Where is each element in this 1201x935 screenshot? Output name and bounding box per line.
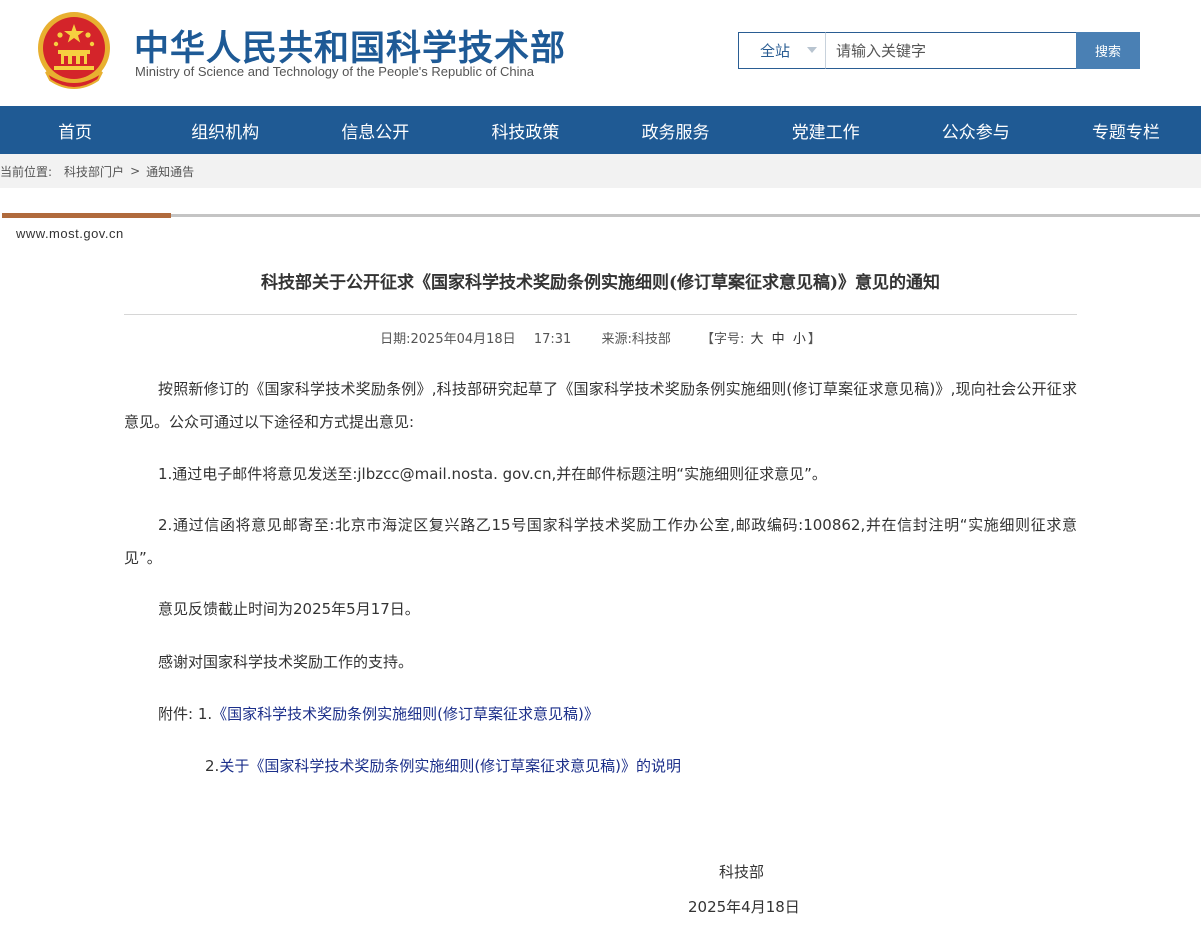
search-input[interactable] <box>825 32 1077 69</box>
site-header: 中华人民共和国科学技术部 Ministry of Science and Tec… <box>0 0 1201 106</box>
font-size-close: 】 <box>807 332 821 347</box>
paragraph-intro: 按照新修订的《国家科学技术奖励条例》,科技部研究起草了《国家科学技术奖励条例实施… <box>124 380 1077 431</box>
signature-date: 2025年4月18日 <box>688 898 800 916</box>
main-nav: 首页 组织机构 信息公开 科技政策 政务服务 党建工作 公众参与 专题专栏 <box>0 106 1201 154</box>
font-size-large-button[interactable]: 大 <box>751 328 764 347</box>
breadcrumb-item-portal[interactable]: 科技部门户 <box>64 163 124 180</box>
attachment-2-prefix: 2. <box>205 757 220 775</box>
paragraph-thanks: 感谢对国家科学技术奖励工作的支持。 <box>158 653 414 671</box>
search-button[interactable]: 搜索 <box>1076 32 1140 69</box>
nav-item-home[interactable]: 首页 <box>0 106 150 154</box>
breadcrumb: 当前位置: 科技部门户 > 通知通告 <box>0 154 1201 188</box>
paragraph-item-1: 1.通过电子邮件将意见发送至:jlbzcc@mail.nosta. gov.cn… <box>158 465 827 483</box>
source-value: 科技部 <box>631 332 671 347</box>
paragraph-item-2: 2.通过信函将意见邮寄至:北京市海淀区复兴路乙15号国家科学技术奖励工作办公室,… <box>124 516 1077 567</box>
date-label: 日期: <box>380 332 411 347</box>
signature-org: 科技部 <box>719 863 765 881</box>
font-size-medium-button[interactable]: 中 <box>772 328 785 347</box>
nav-item-special-topics[interactable]: 专题专栏 <box>1051 106 1201 154</box>
site-subtitle: Ministry of Science and Technology of th… <box>135 64 534 79</box>
breadcrumb-label: 当前位置: <box>0 164 53 179</box>
title-divider <box>124 314 1077 315</box>
attachment-2-link[interactable]: 关于《国家科学技术奖励条例实施细则(修订草案征求意见稿)》的说明 <box>219 757 681 775</box>
nav-item-sci-tech-policy[interactable]: 科技政策 <box>450 106 600 154</box>
paragraph-deadline: 意见反馈截止时间为2025年5月17日。 <box>158 600 420 618</box>
nav-item-party-building[interactable]: 党建工作 <box>751 106 901 154</box>
site-url: www.most.gov.cn <box>16 226 124 241</box>
publish-date: 2025年04月18日 <box>410 332 516 347</box>
attachment-1-prefix: 1. <box>197 705 213 723</box>
source-label: 来源: <box>601 332 632 347</box>
breadcrumb-separator: > <box>130 164 141 178</box>
publish-time: 17:31 <box>533 332 572 347</box>
nav-item-public-participation[interactable]: 公众参与 <box>901 106 1051 154</box>
section-divider <box>171 214 1200 217</box>
attachments: 附件: 1.《国家科学技术奖励条例实施细则(修订草案征求意见稿)》 <box>124 698 1077 731</box>
article-title: 科技部关于公开征求《国家科学技术奖励条例实施细则(修订草案征求意见稿)》意见的通… <box>260 273 941 293</box>
breadcrumb-item-notices[interactable]: 通知通告 <box>146 163 194 180</box>
search-box: 全站 搜索 <box>738 32 1140 69</box>
font-size-small-button[interactable]: 小 <box>793 328 806 347</box>
nav-item-organization[interactable]: 组织机构 <box>150 106 300 154</box>
search-scope-select[interactable]: 全站 <box>738 32 826 69</box>
search-scope-label: 全站 <box>760 42 791 60</box>
nav-item-info-disclosure[interactable]: 信息公开 <box>300 106 450 154</box>
national-emblem-icon[interactable] <box>36 10 112 90</box>
attachments-label: 附件: <box>158 705 194 723</box>
section-accent-bar <box>2 213 171 218</box>
article-meta: 日期:2025年04月18日 17:31 来源:科技部 【字号: 大 中 小】 <box>124 328 1077 347</box>
font-size-label: 【字号: <box>700 332 745 347</box>
attachment-1-link[interactable]: 《国家科学技术奖励条例实施细则(修订草案征求意见稿)》 <box>212 705 599 723</box>
attachment-2: 2.关于《国家科学技术奖励条例实施细则(修订草案征求意见稿)》的说明 <box>205 750 1077 783</box>
chevron-down-icon <box>807 47 817 53</box>
nav-item-government-services[interactable]: 政务服务 <box>601 106 751 154</box>
